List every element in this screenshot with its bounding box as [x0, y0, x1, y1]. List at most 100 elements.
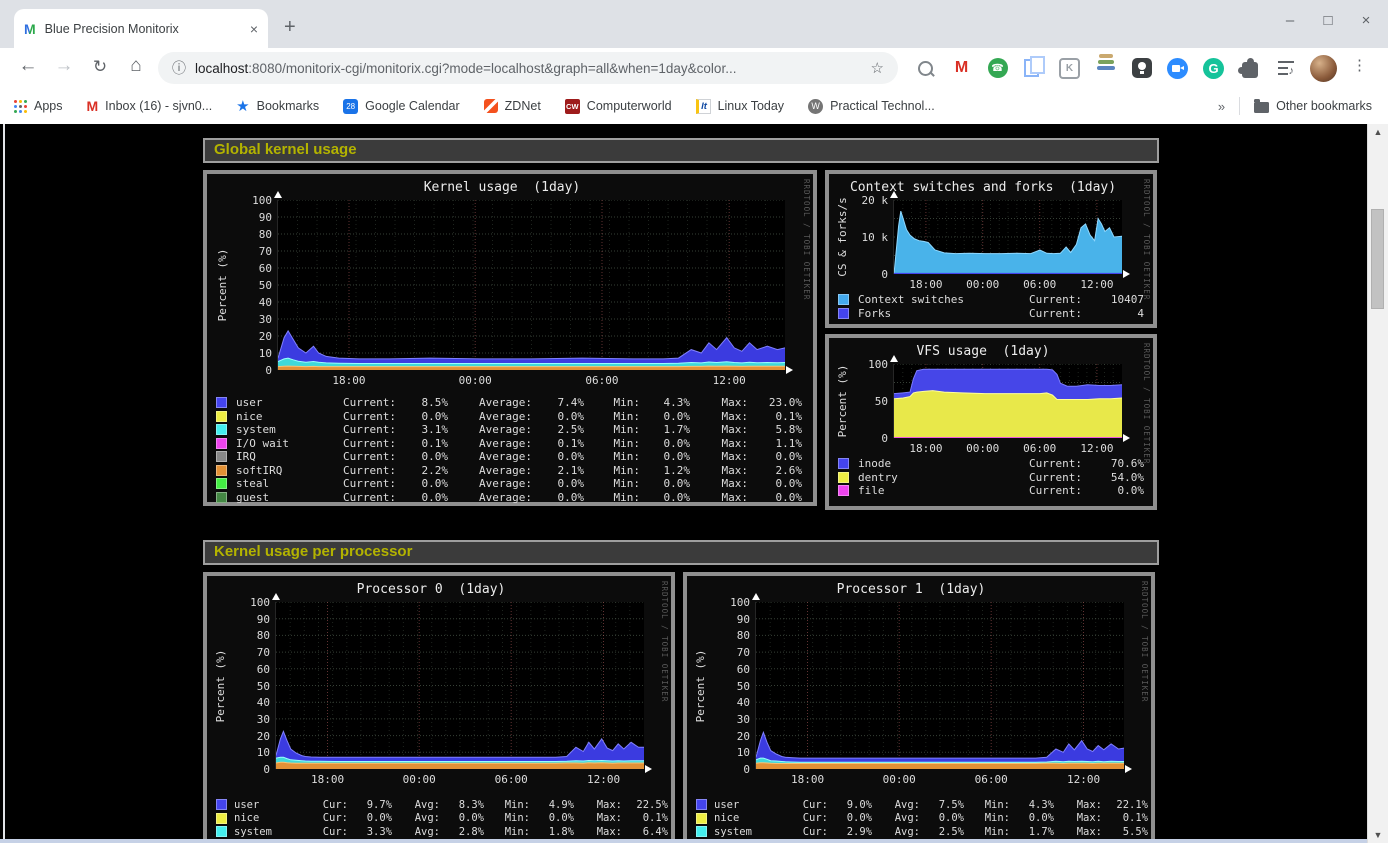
copy-extension-icon[interactable]: [1022, 57, 1045, 80]
legend-swatch: [838, 308, 849, 319]
legend-stat-key: Max:: [690, 410, 748, 423]
extensions-puzzle-icon[interactable]: [1238, 57, 1261, 80]
legend-stat-value: 0.0%: [1082, 484, 1144, 497]
page-scrollbar[interactable]: ▲ ▼: [1367, 124, 1388, 843]
voice-extension-icon[interactable]: ☎: [986, 57, 1009, 80]
y-axis-arrow-icon: [890, 355, 898, 362]
legend-row: dentryCurrent:54.0%: [838, 471, 1144, 485]
legend-series-name: Forks: [856, 307, 1012, 320]
scrollbar-down-icon[interactable]: ▼: [1368, 827, 1388, 843]
tab-close-icon[interactable]: ×: [250, 21, 258, 37]
back-button[interactable]: ←: [15, 55, 41, 77]
vfs-usage-graph[interactable]: VFS usage (1day) RRDTOOL / TOBI OETIKER …: [825, 334, 1157, 510]
kernel-usage-graph[interactable]: Kernel usage (1day) RRDTOOL / TOBI OETIK…: [203, 170, 817, 506]
legend-stat-key: Min:: [964, 799, 1010, 811]
legend-stat-value: 2.8%: [440, 826, 484, 838]
legend-stat-value: 0.0%: [640, 410, 690, 423]
legend-stat-key: Max:: [1054, 799, 1102, 811]
graph-title: Context switches and forks (1day): [829, 180, 1137, 195]
legend-row: niceCur:0.0%Avg:0.0%Min:0.0%Max:0.1%: [696, 812, 1142, 826]
x-tick-label: 06:00: [1023, 442, 1056, 455]
bookmark-label: Google Calendar: [365, 99, 460, 113]
bookmark-google-calendar[interactable]: 28Google Calendar: [343, 99, 460, 114]
maximize-button[interactable]: □: [1320, 12, 1336, 29]
bookmark-zdnet[interactable]: ZDNet: [484, 99, 541, 113]
profile-avatar[interactable]: [1310, 55, 1337, 82]
legend-stat-value: 4.9%: [530, 799, 574, 811]
y-tick-label: 10: [257, 746, 270, 759]
legend-stat-key: Avg:: [392, 812, 440, 824]
legend-stat-key: Current:: [322, 450, 396, 463]
frame-extension-icon[interactable]: K: [1058, 57, 1081, 80]
legend-stat-value: 0.0%: [748, 450, 802, 463]
y-tick-label: 80: [737, 629, 750, 642]
stack-extension-icon[interactable]: [1094, 57, 1117, 80]
page-info-icon[interactable]: ⓘ: [172, 58, 186, 78]
legend-stat-key: Min:: [584, 423, 640, 436]
bookmark-practical-technology[interactable]: WPractical Technol...: [808, 99, 935, 114]
new-tab-button[interactable]: +: [284, 14, 296, 40]
lightbulb-icon: [1132, 58, 1152, 78]
bookmark-inbox[interactable]: MInbox (16) - sjvn0...: [87, 98, 213, 114]
minimize-button[interactable]: –: [1282, 12, 1298, 29]
legend-stat-key: Current:: [322, 491, 396, 504]
bookmark-label: Computerworld: [587, 99, 672, 113]
y-tick-label: 100: [252, 194, 272, 207]
legend-stat-value: 5.5%: [1102, 826, 1148, 838]
url-text[interactable]: localhost:8080/monitorix-cgi/monitorix.c…: [195, 61, 863, 76]
processor-0-graph[interactable]: Processor 0 (1day) RRDTOOL / TOBI OETIKE…: [203, 572, 675, 843]
bookmark-star-icon[interactable]: ☆: [871, 59, 884, 77]
reload-button[interactable]: ↻: [87, 57, 113, 77]
legend-stat-value: 6.4%: [622, 826, 668, 838]
window-bottom-edge: [0, 839, 1368, 843]
bookmarks-overflow-chevron[interactable]: »: [1218, 99, 1225, 114]
legend-stat-value: 1.8%: [530, 826, 574, 838]
legend-row: IRQCurrent:0.0%Average:0.0%Min:0.0%Max:0…: [216, 450, 804, 464]
graph-legend: userCurrent:8.5%Average:7.4%Min:4.3%Max:…: [216, 396, 804, 504]
search-extension-icon[interactable]: [914, 57, 937, 80]
legend-stat-value: 0.0%: [640, 491, 690, 504]
close-button[interactable]: ×: [1358, 12, 1374, 29]
bookmark-linux-today[interactable]: ltLinux Today: [696, 99, 785, 114]
address-bar[interactable]: ⓘ localhost:8080/monitorix-cgi/monitorix…: [158, 52, 898, 84]
gmail-extension-icon[interactable]: M: [950, 57, 973, 80]
processor-1-graph[interactable]: Processor 1 (1day) RRDTOOL / TOBI OETIKE…: [683, 572, 1155, 843]
legend-series-name: system: [234, 423, 322, 436]
home-button[interactable]: ⌂: [123, 55, 149, 77]
legend-stat-value: 0.0%: [640, 437, 690, 450]
browser-menu-icon[interactable]: ⋮: [1352, 56, 1367, 74]
x-tick-label: 18:00: [909, 442, 942, 455]
other-bookmarks[interactable]: Other bookmarks: [1254, 99, 1372, 113]
scrollbar-up-icon[interactable]: ▲: [1368, 124, 1388, 140]
legend-stat-key: Min:: [584, 491, 640, 504]
legend-stat-value: 9.0%: [828, 799, 872, 811]
legend-swatch: [216, 397, 227, 408]
y-tick-label: 30: [737, 713, 750, 726]
y-tick-label: 50: [259, 279, 272, 292]
y-tick-label: 90: [259, 211, 272, 224]
legend-stat-key: Current:: [1012, 471, 1082, 484]
legend-stat-key: Min:: [584, 437, 640, 450]
graph-legend: userCur:9.7%Avg:8.3%Min:4.9%Max:22.5%nic…: [216, 798, 662, 843]
legend-stat-value: 3.1%: [396, 423, 448, 436]
legend-swatch: [216, 492, 227, 503]
right-column: Context switches and forks (1day) RRDTOO…: [825, 170, 1157, 510]
bookmark-bookmarks[interactable]: ★Bookmarks: [236, 97, 319, 115]
legend-stat-value: 0.0%: [532, 450, 584, 463]
context-switches-graph[interactable]: Context switches and forks (1day) RRDTOO…: [825, 170, 1157, 328]
playlist-extension-icon[interactable]: [1274, 57, 1297, 80]
legend-row: inodeCurrent:70.6%: [838, 457, 1144, 471]
grammarly-extension-icon[interactable]: G: [1202, 57, 1225, 80]
legend-stat-value: 0.0%: [396, 450, 448, 463]
bookmark-computerworld[interactable]: CWComputerworld: [565, 99, 672, 114]
bookmark-apps[interactable]: Apps: [14, 99, 63, 113]
video-call-extension-icon[interactable]: [1166, 57, 1189, 80]
bookmark-label: Inbox (16) - sjvn0...: [105, 99, 212, 113]
legend-row: fileCurrent:0.0%: [838, 484, 1144, 498]
legend-stat-key: Max:: [690, 450, 748, 463]
playlist-icon: [1278, 67, 1294, 70]
lamp-extension-icon[interactable]: [1130, 57, 1153, 80]
browser-tab[interactable]: M Blue Precision Monitorix ×: [14, 9, 268, 48]
legend-stat-value: 0.1%: [748, 410, 802, 423]
scrollbar-thumb[interactable]: [1371, 209, 1384, 309]
